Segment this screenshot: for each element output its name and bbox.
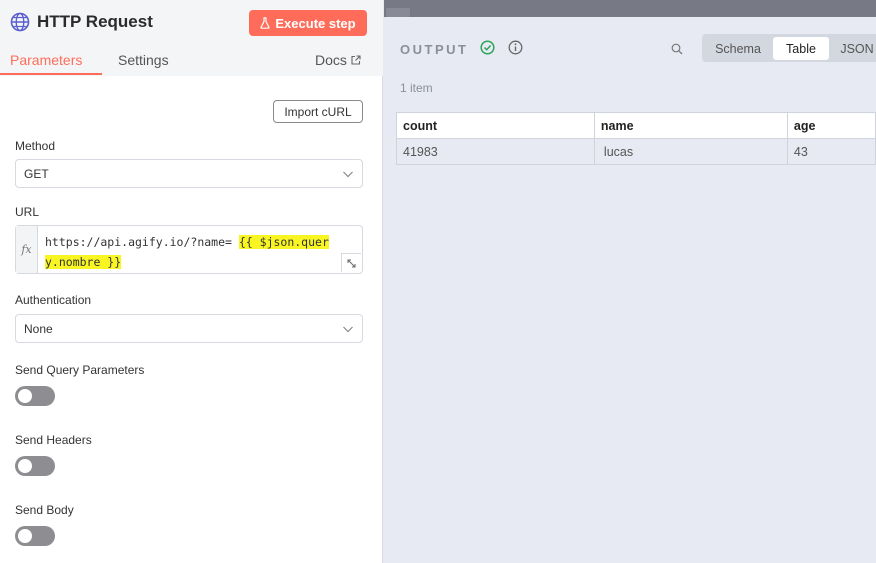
column-header-age[interactable]: age xyxy=(786,112,876,139)
chevron-down-icon xyxy=(343,326,353,333)
send-query-label: Send Query Parameters xyxy=(15,363,145,377)
external-link-icon xyxy=(351,55,361,65)
url-expression-part2: y.nombre }} xyxy=(45,255,122,269)
send-headers-toggle[interactable] xyxy=(15,456,55,476)
success-check-icon xyxy=(480,40,495,55)
active-tab-indicator xyxy=(0,73,102,75)
globe-icon xyxy=(10,12,30,32)
send-body-label: Send Body xyxy=(15,503,74,517)
search-icon[interactable] xyxy=(671,43,683,55)
flask-icon xyxy=(260,17,271,29)
execute-step-label: Execute step xyxy=(275,15,356,31)
table-row: 41983 lucas 43 xyxy=(396,138,876,165)
expand-icon xyxy=(347,259,356,267)
table-header-row: count name age xyxy=(396,112,876,139)
canvas-tab-handle[interactable] xyxy=(386,8,410,17)
authentication-select[interactable]: None xyxy=(15,314,363,343)
chevron-down-icon xyxy=(343,171,353,178)
url-label: URL xyxy=(15,205,40,219)
column-header-count[interactable]: count xyxy=(396,112,595,139)
output-table: count name age 41983 lucas 43 xyxy=(396,112,876,165)
docs-label: Docs xyxy=(315,52,347,68)
send-body-toggle[interactable] xyxy=(15,526,55,546)
import-curl-button[interactable]: Import cURL xyxy=(273,100,363,123)
send-query-toggle[interactable] xyxy=(15,386,55,406)
cell-count: 41983 xyxy=(396,138,595,165)
view-json-button[interactable]: JSON xyxy=(834,37,876,60)
execute-step-button[interactable]: Execute step xyxy=(249,10,367,36)
panel-header: HTTP Request Execute step Parameters Set… xyxy=(0,0,383,76)
authentication-value: None xyxy=(24,321,53,336)
canvas-top-bar xyxy=(384,0,876,17)
cell-age: 43 xyxy=(786,138,876,165)
authentication-label: Authentication xyxy=(15,293,92,307)
output-title: OUTPUT xyxy=(400,42,469,57)
info-icon[interactable] xyxy=(508,40,523,55)
url-input[interactable]: fx https://api.agify.io/?name= {{ $json.… xyxy=(15,225,363,274)
column-header-name[interactable]: name xyxy=(593,112,788,139)
url-expression-text: https://api.agify.io/?name= {{ $json.que… xyxy=(45,232,355,272)
url-prefix: https://api.agify.io/?name= xyxy=(45,235,239,249)
view-table-button[interactable]: Table xyxy=(773,37,829,60)
expand-expression-button[interactable] xyxy=(341,253,361,272)
tab-docs[interactable]: Docs xyxy=(315,52,361,68)
item-count: 1 item xyxy=(400,81,433,95)
tab-settings[interactable]: Settings xyxy=(118,52,169,68)
method-label: Method xyxy=(15,139,56,153)
node-title: HTTP Request xyxy=(37,12,153,31)
method-select[interactable]: GET xyxy=(15,159,363,188)
url-expression-part1: {{ $json.quer xyxy=(238,235,329,249)
node-parameters-panel: HTTP Request Execute step Parameters Set… xyxy=(0,0,383,563)
send-headers-label: Send Headers xyxy=(15,433,92,447)
expression-indicator: fx xyxy=(16,226,38,273)
method-value: GET xyxy=(24,166,49,181)
view-schema-button[interactable]: Schema xyxy=(706,37,770,60)
tab-parameters[interactable]: Parameters xyxy=(10,52,82,68)
cell-name: lucas xyxy=(593,138,788,165)
